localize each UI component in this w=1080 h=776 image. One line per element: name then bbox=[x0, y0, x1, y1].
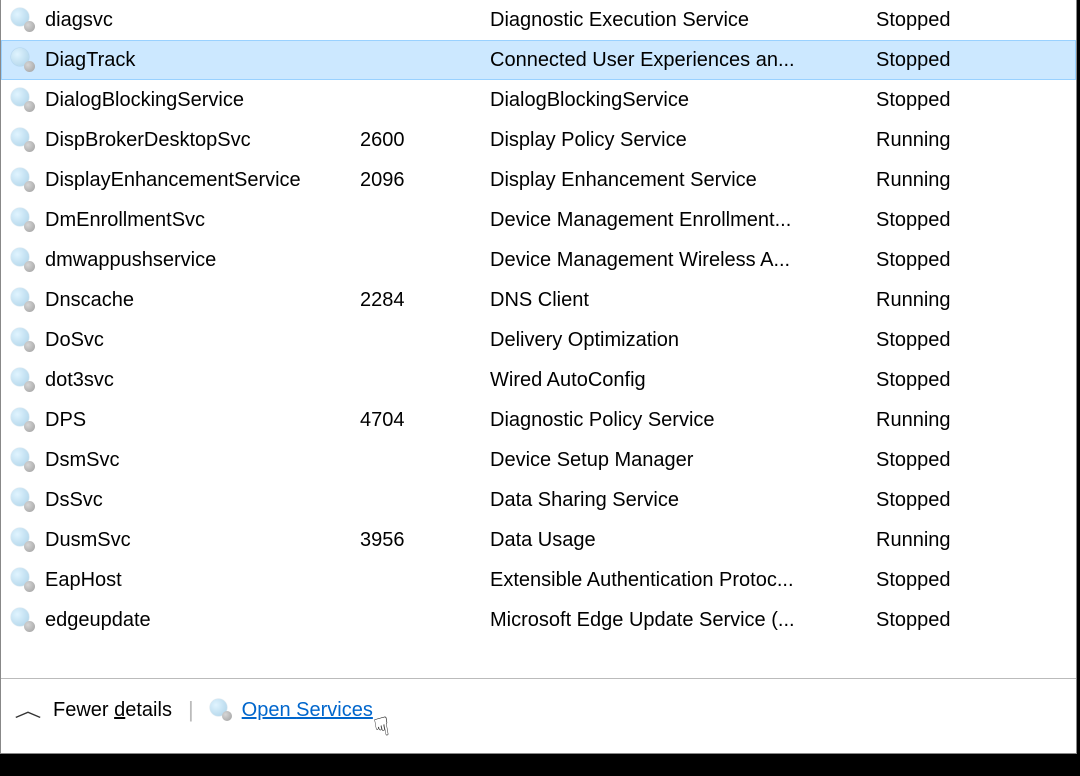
service-status: Running bbox=[876, 160, 1026, 200]
service-description: Device Setup Manager bbox=[490, 440, 876, 480]
service-description: Diagnostic Execution Service bbox=[490, 0, 876, 40]
service-icon bbox=[11, 368, 45, 392]
service-status: Stopped bbox=[876, 600, 1026, 640]
service-icon bbox=[11, 48, 45, 72]
service-icon bbox=[11, 208, 45, 232]
service-description: DialogBlockingService bbox=[490, 80, 876, 120]
service-status: Stopped bbox=[876, 440, 1026, 480]
service-status: Stopped bbox=[876, 360, 1026, 400]
service-description: Data Usage bbox=[490, 520, 876, 560]
service-row[interactable]: DPS4704Diagnostic Policy ServiceRunning bbox=[1, 400, 1076, 440]
service-row[interactable]: DoSvc Delivery OptimizationStopped bbox=[1, 320, 1076, 360]
service-name: DPS bbox=[45, 400, 360, 440]
open-services-link[interactable]: Open Services bbox=[242, 699, 373, 722]
fewer-details-button[interactable]: Fewer details bbox=[53, 699, 172, 722]
service-name: EapHost bbox=[45, 560, 360, 600]
service-status: Stopped bbox=[876, 80, 1026, 120]
service-row[interactable]: DiagTrack Connected User Experiences an..… bbox=[1, 40, 1076, 80]
service-name: DialogBlockingService bbox=[45, 80, 360, 120]
service-description: Delivery Optimization bbox=[490, 320, 876, 360]
service-pid: 3956 bbox=[360, 520, 490, 560]
open-services-post: ervices bbox=[310, 699, 373, 721]
service-row[interactable]: DusmSvc3956Data UsageRunning bbox=[1, 520, 1076, 560]
open-services-pre: Open bbox=[242, 699, 296, 721]
service-row[interactable]: DsmSvc Device Setup ManagerStopped bbox=[1, 440, 1076, 480]
service-name: DiagTrack bbox=[45, 41, 360, 79]
service-status: Running bbox=[876, 520, 1026, 560]
service-icon bbox=[11, 408, 45, 432]
service-description: Diagnostic Policy Service bbox=[490, 400, 876, 440]
service-row[interactable]: DialogBlockingService DialogBlockingServi… bbox=[1, 80, 1076, 120]
task-manager-services-panel: diagsvcDiagnostic Execution ServiceStopp… bbox=[0, 0, 1077, 754]
service-icon bbox=[11, 568, 45, 592]
service-status: Running bbox=[876, 280, 1026, 320]
service-icon bbox=[11, 128, 45, 152]
service-description: Extensible Authentication Protoc... bbox=[490, 560, 876, 600]
service-name: DispBrokerDesktopSvc bbox=[45, 120, 360, 160]
service-pid: 4704 bbox=[360, 400, 490, 440]
service-status: Stopped bbox=[876, 560, 1026, 600]
service-icon bbox=[11, 168, 45, 192]
footer-bar: ︿ Fewer details | Open Services bbox=[1, 679, 1076, 753]
service-icon bbox=[11, 8, 45, 32]
service-icon bbox=[11, 488, 45, 512]
service-status: Stopped bbox=[876, 41, 1026, 79]
service-description: Data Sharing Service bbox=[490, 480, 876, 520]
service-name: DisplayEnhancementService bbox=[45, 160, 360, 200]
service-icon bbox=[11, 328, 45, 352]
service-row[interactable]: DsSvc Data Sharing ServiceStopped bbox=[1, 480, 1076, 520]
open-services-key: S bbox=[296, 699, 309, 721]
service-status: Stopped bbox=[876, 240, 1026, 280]
service-row[interactable]: DisplayEnhancementService2096Display Enh… bbox=[1, 160, 1076, 200]
fewer-details-pre: Fewer bbox=[53, 699, 114, 721]
service-description: Display Enhancement Service bbox=[490, 160, 876, 200]
service-icon bbox=[11, 608, 45, 632]
service-name: dmwappushservice bbox=[45, 240, 360, 280]
service-name: Dnscache bbox=[45, 280, 360, 320]
service-icon bbox=[11, 88, 45, 112]
services-list[interactable]: diagsvcDiagnostic Execution ServiceStopp… bbox=[1, 0, 1076, 679]
service-pid: 2284 bbox=[360, 280, 490, 320]
service-name: DoSvc bbox=[45, 320, 360, 360]
fewer-details-key: d bbox=[114, 699, 125, 721]
service-row[interactable]: dmwappushservice Device Management Wirele… bbox=[1, 240, 1076, 280]
service-name: edgeupdate bbox=[45, 600, 360, 640]
service-name: diagsvc bbox=[45, 0, 360, 40]
service-name: DsmSvc bbox=[45, 440, 360, 480]
service-description: Wired AutoConfig bbox=[490, 360, 876, 400]
service-icon bbox=[11, 528, 45, 552]
fewer-details-post: etails bbox=[125, 699, 172, 721]
service-description: Display Policy Service bbox=[490, 120, 876, 160]
service-description: Connected User Experiences an... bbox=[490, 41, 876, 79]
service-icon bbox=[11, 248, 45, 272]
service-row[interactable]: edgeupdate Microsoft Edge Update Service … bbox=[1, 600, 1076, 640]
service-status: Stopped bbox=[876, 320, 1026, 360]
service-name: DusmSvc bbox=[45, 520, 360, 560]
service-description: Microsoft Edge Update Service (... bbox=[490, 600, 876, 640]
service-row[interactable]: diagsvc Diagnostic Execution ServiceStopp… bbox=[1, 0, 1076, 40]
service-row[interactable]: Dnscache2284DNS ClientRunning bbox=[1, 280, 1076, 320]
service-description: Device Management Wireless A... bbox=[490, 240, 876, 280]
service-name: dot3svc bbox=[45, 360, 360, 400]
service-status: Stopped bbox=[876, 0, 1026, 40]
service-icon bbox=[11, 448, 45, 472]
service-status: Stopped bbox=[876, 200, 1026, 240]
service-pid: 2600 bbox=[360, 120, 490, 160]
service-description: DNS Client bbox=[490, 280, 876, 320]
chevron-up-icon[interactable]: ︿ bbox=[15, 697, 42, 723]
service-status: Running bbox=[876, 120, 1026, 160]
service-pid: 2096 bbox=[360, 160, 490, 200]
service-row[interactable]: DispBrokerDesktopSvc2600Display Policy S… bbox=[1, 120, 1076, 160]
service-row[interactable]: EapHost Extensible Authentication Protoc.… bbox=[1, 560, 1076, 600]
service-status: Running bbox=[876, 400, 1026, 440]
service-description: Device Management Enrollment... bbox=[490, 200, 876, 240]
footer-separator: | bbox=[188, 697, 194, 723]
service-row[interactable]: dot3svc Wired AutoConfigStopped bbox=[1, 360, 1076, 400]
service-name: DsSvc bbox=[45, 480, 360, 520]
service-row[interactable]: DmEnrollmentSvc Device Management Enrollm… bbox=[1, 200, 1076, 240]
service-name: DmEnrollmentSvc bbox=[45, 200, 360, 240]
service-icon bbox=[11, 288, 45, 312]
services-icon bbox=[210, 699, 232, 721]
service-status: Stopped bbox=[876, 480, 1026, 520]
